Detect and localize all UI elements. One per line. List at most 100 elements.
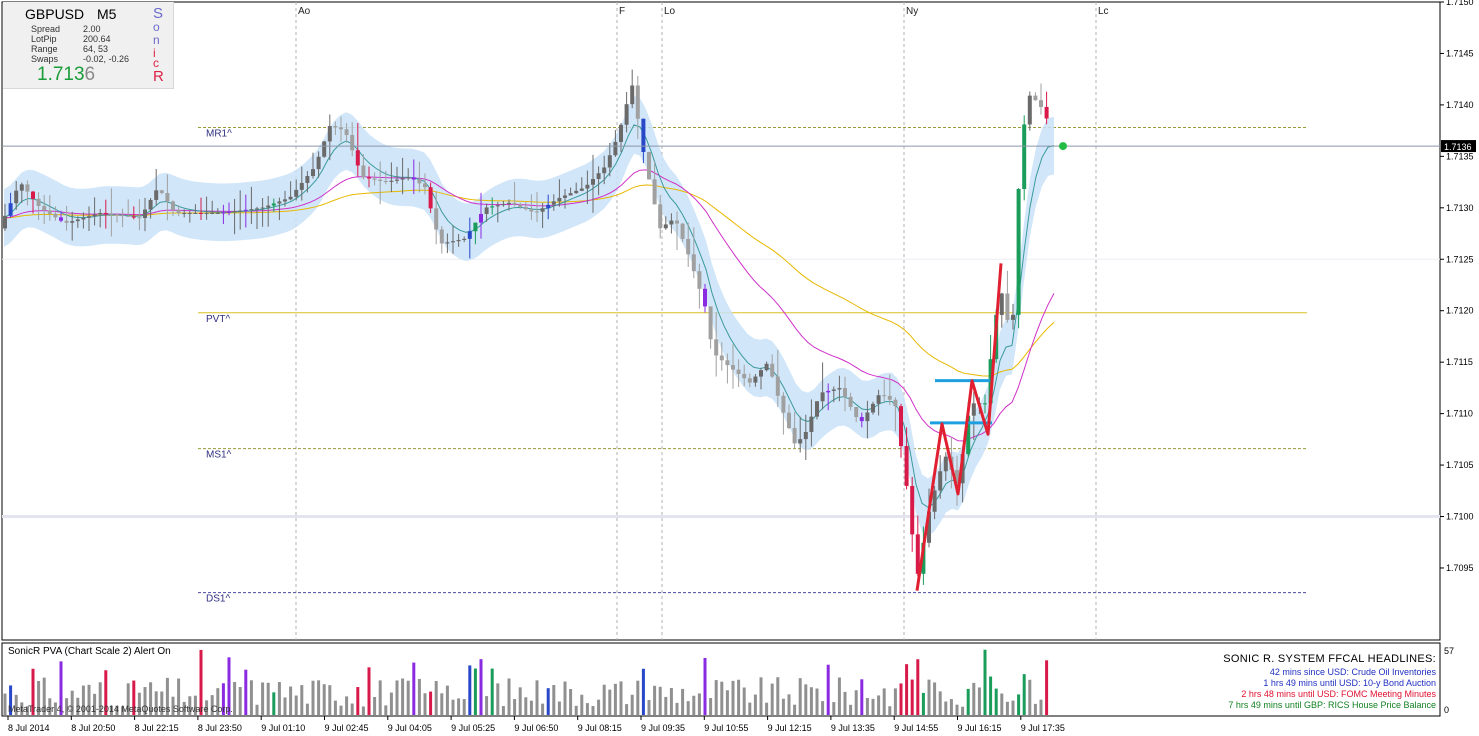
volume-bar [580,694,584,715]
candle-body [339,127,343,130]
volume-bar [305,703,309,715]
candle-body [176,209,181,213]
candle [1005,270,1010,323]
candle-body [703,288,707,307]
volume-bar [249,680,253,715]
x-tick-label: 9 Jul 06:50 [514,723,558,733]
volume-bar [401,678,405,715]
volume-bar [266,682,270,715]
candle-body [42,206,47,211]
candle-body [294,189,299,197]
volume-bar [378,680,382,715]
volume-bar [826,664,830,715]
volume-bar [597,699,601,715]
volume-bar [669,688,673,715]
candle-body [775,376,780,396]
volume-bar [636,680,640,715]
candle-body [1027,95,1032,125]
pivot-label: DS1^ [206,594,230,605]
candle-body [596,173,601,179]
candle-body [585,184,590,189]
candle-body [568,193,573,196]
y-tick-label: 1.7120 [1446,306,1474,316]
x-tick-label: 8 Jul 2014 [8,723,50,733]
symbol-name: GBPUSD [25,6,85,22]
volume-bar [585,703,589,715]
pva-scale-max: 57 [1444,646,1454,656]
candle [322,140,327,158]
candle-body [910,485,915,535]
info-row-lotpip: LotPip 200.64 [31,34,111,44]
volume-bar [462,699,466,715]
y-tick-label: 1.7115 [1446,357,1473,367]
volume-bar [905,664,909,715]
candle-body [232,211,237,213]
x-tick-label: 9 Jul 13:35 [831,723,875,733]
candle-body [451,241,455,243]
candle-body [529,209,534,212]
candle-body [932,490,937,512]
volume-bar [1039,699,1043,715]
volume-bar [989,676,993,715]
volume-bar [345,696,349,715]
y-tick-label: 1.7095 [1446,563,1474,573]
volume-bar [961,706,965,715]
volume-bar [546,688,550,715]
volume-bar [350,703,354,715]
candle-body [411,177,416,180]
candle-body [165,192,170,202]
volume-bar [675,702,679,715]
volume-bar [440,693,444,715]
volume-bar [641,668,645,715]
candle-body [400,178,405,180]
pivot-label: PVT^ [206,314,230,325]
volume-bar [692,695,696,715]
candle [708,306,713,349]
candle-body [501,204,506,206]
volume-bar [737,679,741,715]
candle [1016,188,1021,329]
candle-body [143,209,147,219]
y-tick-label: 1.7130 [1446,203,1474,213]
volume-bar [1033,703,1037,715]
volume-bar [619,681,623,715]
candle-body [691,254,696,272]
session-label: Lo [664,6,676,17]
price-chart[interactable]: Ao F Lo Ny Lc 1.7150 1.7145 1.7140 1.7135 1.7130 1… [0,0,1479,736]
volume-bar [871,698,875,715]
volume-bar [300,685,304,715]
y-tick-label: 1.7105 [1446,460,1474,470]
candle-body [893,399,898,407]
x-tick-label: 9 Jul 08:15 [578,723,622,733]
candle-body [641,118,646,153]
candle-body [686,238,691,255]
volume-bar [664,696,668,715]
volume-bar [1028,679,1032,715]
sonic-letter-o: o [153,20,160,34]
volume-bar [625,704,629,715]
candle-body [316,156,321,170]
candle-body [47,210,52,214]
volume-bar [944,701,948,715]
candle-body [563,195,567,198]
y-tick-label: 1.7140 [1446,100,1474,110]
volume-bar [731,680,735,715]
volume-bar [837,677,841,715]
volume-bar [283,697,287,715]
candle [1039,83,1043,115]
x-tick-label: 8 Jul 23:50 [198,723,242,733]
candle [630,69,635,109]
candle-body [288,196,293,200]
candle-body [742,373,747,379]
candle-body [495,205,500,207]
volume-bar [703,657,707,715]
candle-body [103,212,108,214]
candle-body [787,412,791,429]
candle [647,151,651,180]
candle-body [843,388,847,397]
candle-body [871,403,875,413]
candle-body [809,416,814,432]
chart-window[interactable]: Ao F Lo Ny Lc 1.7150 1.7145 1.7140 1.7135 1.7130 1… [0,0,1479,736]
candle-body [523,206,528,210]
volume-bar [272,692,276,715]
